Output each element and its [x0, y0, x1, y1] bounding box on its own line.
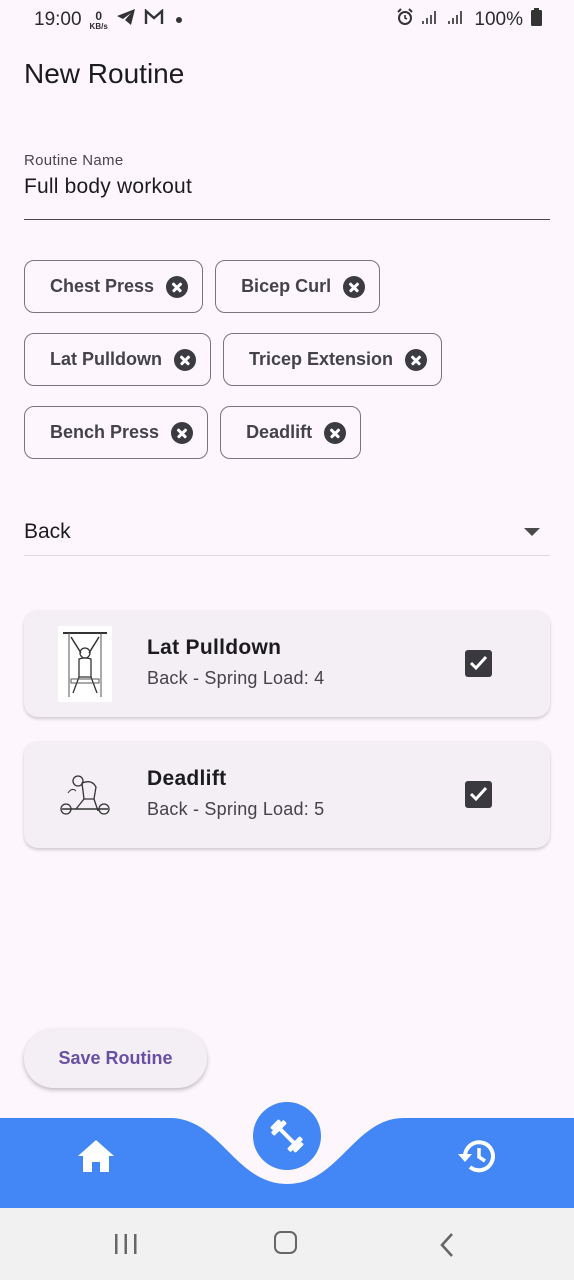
exercise-checkbox[interactable] — [465, 781, 492, 808]
chip-label: Bicep Curl — [241, 276, 332, 296]
chip-label: Deadlift — [246, 422, 313, 442]
exercise-image-deadlift — [58, 757, 112, 833]
save-routine-button[interactable]: Save Routine — [24, 1029, 207, 1088]
page-title: New Routine — [24, 58, 185, 89]
chip-label: Tricep Extension — [249, 349, 394, 369]
exercise-card-lat-pulldown[interactable]: Lat Pulldown Back - Spring Load: 4 — [24, 610, 550, 717]
check-icon — [469, 655, 488, 671]
chip-label: Bench Press — [50, 422, 160, 442]
battery-icon — [531, 8, 542, 32]
bottom-nav — [0, 1102, 574, 1208]
history-icon[interactable] — [456, 1136, 498, 1181]
data-rate: 0 KB/s — [90, 10, 108, 31]
check-icon — [469, 786, 488, 802]
chip-bicep-curl[interactable]: Bicep Curl — [215, 260, 381, 313]
gmail-icon — [144, 8, 164, 31]
caret-down-icon — [524, 527, 540, 536]
exercise-name: Deadlift — [147, 767, 227, 790]
remove-icon[interactable] — [174, 348, 196, 371]
home-button-icon[interactable] — [274, 1231, 297, 1254]
routine-name-field[interactable]: Routine Name Full body workout — [24, 152, 550, 220]
remove-icon[interactable] — [166, 275, 189, 298]
chip-bench-press[interactable]: Bench Press — [24, 406, 209, 459]
exercise-image-lat-pulldown — [58, 626, 112, 702]
chip-chest-press[interactable]: Chest Press — [24, 260, 204, 313]
back-icon[interactable] — [438, 1232, 456, 1263]
remove-icon[interactable] — [405, 348, 428, 371]
workout-nav-button[interactable] — [253, 1102, 321, 1170]
data-rate-value: 0 — [95, 8, 102, 23]
chip-tricep-extension[interactable]: Tricep Extension — [223, 333, 443, 386]
exercise-detail: Back - Spring Load: 4 — [147, 668, 325, 688]
recent-apps-icon[interactable] — [114, 1233, 138, 1260]
status-right: 100% — [396, 8, 542, 32]
notification-dot — [175, 17, 182, 23]
remove-icon[interactable] — [343, 275, 366, 298]
routine-name-label: Routine Name — [24, 152, 124, 169]
system-nav-bar — [0, 1208, 574, 1280]
exercise-text: Lat Pulldown Back - Spring Load: 4 — [147, 636, 324, 689]
status-bar: 19:00 0 KB/s 100% — [0, 0, 574, 40]
chip-label: Chest Press — [50, 276, 155, 296]
muscle-group-value: Back — [24, 519, 71, 543]
home-icon[interactable] — [76, 1138, 116, 1179]
signal-icon — [422, 9, 440, 31]
chip-lat-pulldown[interactable]: Lat Pulldown — [24, 333, 211, 386]
alarm-icon — [396, 8, 414, 32]
exercise-card-deadlift[interactable]: Deadlift Back - Spring Load: 5 — [24, 741, 550, 848]
battery-level: 100% — [474, 9, 523, 30]
chip-label: Lat Pulldown — [50, 349, 162, 369]
routine-name-value[interactable]: Full body workout — [24, 175, 550, 199]
remove-icon[interactable] — [324, 421, 347, 444]
remove-icon[interactable] — [171, 421, 194, 444]
chip-deadlift[interactable]: Deadlift — [220, 406, 362, 459]
dumbbell-icon — [270, 1119, 304, 1153]
selected-exercise-chips: Chest Press Bicep Curl Lat Pulldown Tric… — [24, 260, 554, 459]
muscle-group-dropdown[interactable]: Back — [24, 508, 550, 556]
exercise-checkbox[interactable] — [465, 650, 492, 677]
signal-icon-2 — [448, 9, 466, 31]
exercise-text: Deadlift Back - Spring Load: 5 — [147, 767, 324, 820]
status-left: 19:00 0 KB/s — [34, 8, 182, 32]
status-time: 19:00 — [34, 9, 82, 30]
exercise-detail: Back - Spring Load: 5 — [147, 799, 325, 819]
exercise-name: Lat Pulldown — [147, 636, 282, 659]
telegram-icon — [116, 8, 136, 32]
data-rate-unit: KB/s — [89, 21, 108, 31]
